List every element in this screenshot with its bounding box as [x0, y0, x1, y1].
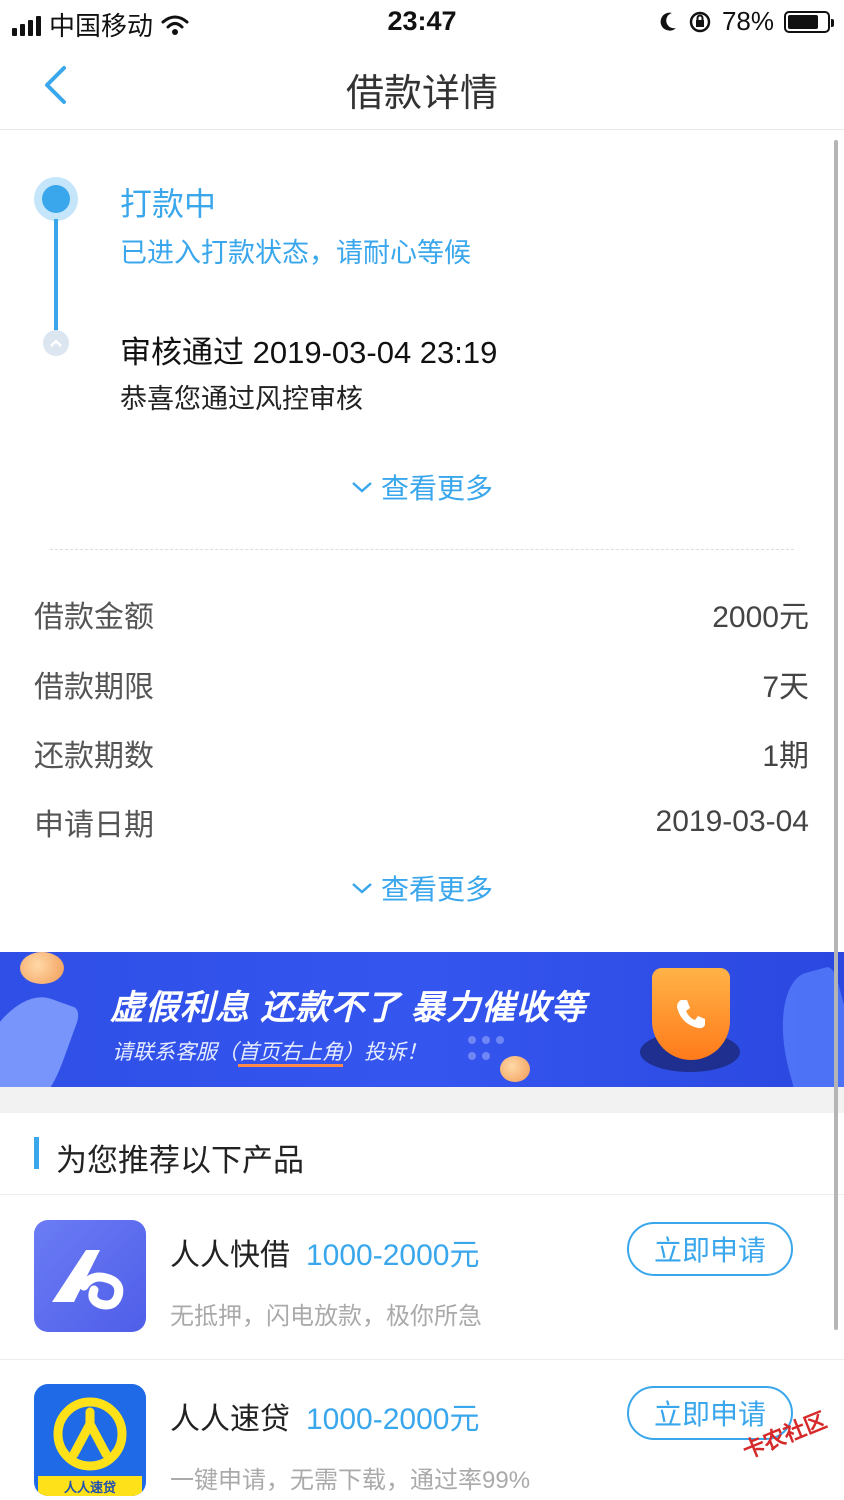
renren-kuaijie-logo-icon	[34, 1220, 146, 1332]
chevron-up-icon	[50, 339, 62, 347]
status-bar: 中国移动 23:47 78%	[0, 0, 844, 41]
timeline-step-desc: 已进入打款状态，请耐心等候	[120, 238, 471, 268]
detail-label: 还款期数	[34, 740, 154, 773]
view-more-label: 查看更多	[380, 874, 493, 905]
moon-icon	[660, 12, 676, 31]
dots-decoration	[468, 1036, 504, 1060]
detail-row-date: 申请日期 2019-03-04	[34, 802, 809, 842]
detail-row-term: 借款期限 7天	[34, 664, 809, 704]
battery-icon	[784, 10, 834, 33]
banner-subtext: 请联系客服（首页右上角）投诉！	[112, 1036, 427, 1067]
recommend-title: 为您推荐以下产品	[56, 1143, 304, 1178]
scrollbar[interactable]	[834, 140, 838, 1330]
battery-percent: 78%	[721, 6, 774, 36]
product-name: 人人快借	[170, 1239, 290, 1272]
banner-sub-highlight: 首页右上角	[238, 1041, 343, 1067]
section-accent-bar	[34, 1137, 39, 1169]
detail-label: 借款金额	[34, 601, 154, 634]
detail-label: 借款期限	[34, 671, 154, 704]
phone-shield-icon	[652, 968, 730, 1060]
view-more-details-link[interactable]: 查看更多	[0, 868, 844, 908]
coin-decoration	[20, 952, 64, 984]
detail-value: 1期	[762, 740, 809, 773]
nav-bar: 借款详情	[0, 40, 844, 130]
detail-row-amount: 借款金额 2000元	[34, 594, 809, 634]
section-gap	[0, 1087, 844, 1113]
complaint-banner[interactable]: 虚假利息 还款不了 暴力催收等 请联系客服（首页右上角）投诉！	[0, 952, 844, 1087]
timeline-line	[54, 219, 58, 331]
product-card[interactable]: 人人快借 1000-2000元 无抵押，闪电放款，极你所急 立即申请	[0, 1196, 844, 1360]
product-desc: 一键申请，无需下载，通过率99%	[170, 1467, 531, 1494]
banner-sub-prefix: 请联系客服（	[112, 1041, 238, 1064]
timeline-active-dot	[34, 177, 78, 221]
apply-button[interactable]: 立即申请	[627, 1222, 793, 1276]
product-desc: 无抵押，闪电放款，极你所急	[170, 1303, 482, 1330]
product-card[interactable]: 人人速贷 人人速贷 1000-2000元 一键申请，无需下载，通过率99% 立即…	[0, 1360, 844, 1500]
logo-caption: 人人速贷	[63, 1480, 116, 1495]
leaf-decoration	[0, 982, 82, 1087]
product-range: 1000-2000元	[306, 1239, 480, 1272]
phone-icon	[677, 1000, 705, 1029]
divider	[50, 549, 794, 550]
banner-headline: 虚假利息 还款不了 暴力催收等	[110, 989, 586, 1027]
detail-value: 7天	[762, 671, 809, 704]
page-title: 借款详情	[345, 73, 498, 115]
detail-value: 2019-03-04	[655, 805, 809, 838]
leaf-decoration	[765, 965, 844, 1087]
product-name: 人人速贷	[170, 1403, 290, 1436]
chevron-down-icon	[352, 883, 372, 894]
view-more-label: 查看更多	[380, 473, 493, 504]
timeline-step-title: 打款中	[120, 186, 217, 222]
banner-sub-suffix: ）投诉！	[343, 1041, 427, 1064]
view-more-timeline-link[interactable]: 查看更多	[0, 467, 844, 507]
detail-label: 申请日期	[34, 809, 154, 842]
chevron-down-icon	[352, 482, 372, 493]
recommend-header: 为您推荐以下产品	[0, 1113, 844, 1195]
rotation-lock-icon	[689, 11, 711, 32]
timeline-step-title: 审核通过 2019-03-04 23:19	[120, 335, 498, 370]
detail-value: 2000元	[712, 601, 809, 634]
timeline-dot	[43, 330, 69, 356]
status-timeline: 打款中 已进入打款状态，请耐心等候 审核通过 2019-03-04 23:19 …	[0, 131, 844, 551]
detail-row-installments: 还款期数 1期	[34, 733, 809, 773]
status-right: 78%	[658, 6, 834, 37]
product-range: 1000-2000元	[306, 1403, 480, 1436]
timeline-step-desc: 恭喜您通过风控审核	[120, 384, 363, 414]
renren-sudai-logo-icon: 人人速贷	[34, 1384, 146, 1496]
